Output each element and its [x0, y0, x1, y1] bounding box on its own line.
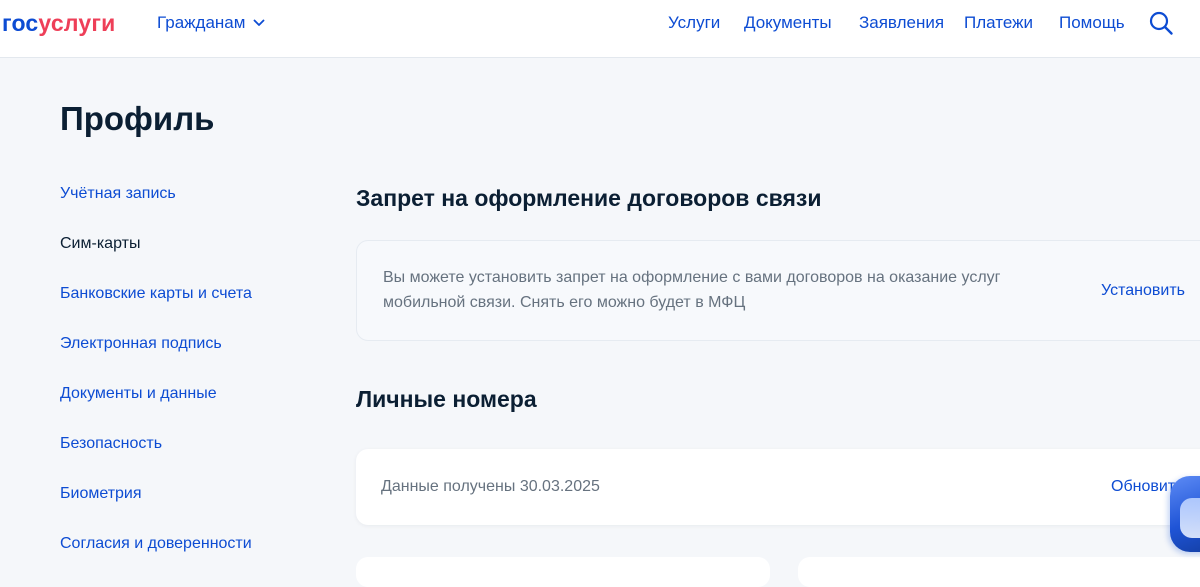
- nav-link-services[interactable]: Услуги: [668, 13, 720, 33]
- personal-numbers-card: Данные получены 30.03.2025 Обновить: [356, 449, 1200, 525]
- logo-part-gos: гос: [2, 10, 39, 36]
- contract-ban-card: Вы можете установить запрет на оформлени…: [356, 240, 1200, 341]
- sidebar-item-sim-cards[interactable]: Сим-карты: [60, 234, 140, 254]
- gosuslugi-logo[interactable]: госуслуги: [2, 9, 115, 37]
- audience-label: Гражданам: [157, 13, 246, 32]
- page-title: Профиль: [60, 100, 215, 137]
- ban-section-title: Запрет на оформление договоров связи: [356, 185, 822, 211]
- sidebar-item-consents[interactable]: Согласия и доверенности: [60, 534, 252, 554]
- number-card-partial: [356, 557, 770, 587]
- assistant-robot-icon[interactable]: [1170, 476, 1200, 552]
- audience-selector[interactable]: Гражданам: [157, 13, 265, 33]
- assistant-robot-face: [1180, 498, 1200, 538]
- sidebar-item-account[interactable]: Учётная запись: [60, 184, 176, 204]
- sidebar-item-bank-cards[interactable]: Банковские карты и счета: [60, 284, 252, 304]
- nav-link-documents[interactable]: Документы: [744, 13, 832, 33]
- contract-ban-description: Вы можете установить запрет на оформлени…: [383, 269, 1001, 311]
- sidebar-item-security[interactable]: Безопасность: [60, 434, 162, 454]
- sidebar-item-documents[interactable]: Документы и данные: [60, 384, 217, 404]
- sidebar-item-biometrics[interactable]: Биометрия: [60, 484, 142, 504]
- sidebar-item-e-signature[interactable]: Электронная подпись: [60, 334, 222, 354]
- nav-link-payments[interactable]: Платежи: [964, 13, 1033, 33]
- search-icon[interactable]: [1148, 10, 1174, 36]
- logo-part-uslugi: услуги: [38, 10, 116, 36]
- nav-link-applications[interactable]: Заявления: [859, 13, 944, 33]
- site-header: госуслуги Гражданам Услуги Документы Зая…: [0, 0, 1200, 58]
- chevron-down-icon: [254, 19, 265, 26]
- data-received-status: Данные получены 30.03.2025: [381, 478, 600, 495]
- number-card-partial: [798, 557, 1200, 587]
- nav-link-help[interactable]: Помощь: [1059, 13, 1125, 33]
- set-ban-button[interactable]: Установить: [1101, 281, 1185, 301]
- personal-numbers-title: Личные номера: [356, 386, 537, 412]
